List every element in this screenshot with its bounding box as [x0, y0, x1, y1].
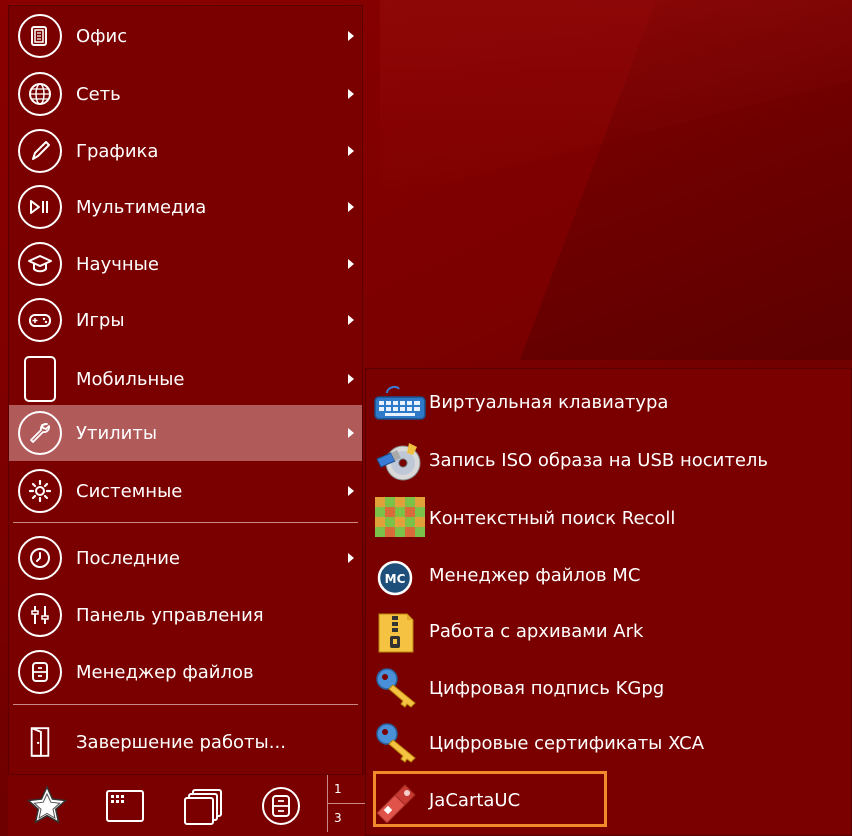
menu-item-system[interactable]: Системные: [9, 463, 362, 519]
globe-icon: [18, 72, 62, 116]
key-icon: [373, 665, 427, 711]
wrench-icon: [18, 411, 62, 455]
submenu-item-label: Виртуальная клавиатура: [429, 391, 669, 413]
submenu-arrow-icon: [348, 31, 354, 41]
shutdown-button[interactable]: Завершение работы...: [9, 714, 362, 770]
submenu-item-label: Цифровые сертификаты XCA: [429, 732, 705, 754]
submenu-item-recoll[interactable]: Контекстный поиск Recoll: [373, 492, 843, 544]
keyboard-icon: [373, 379, 427, 425]
archive-icon: [373, 608, 427, 654]
menu-item-label: Сеть: [76, 83, 121, 105]
submenu-item-label: Работа с архивами Ark: [429, 620, 644, 642]
menu-item-label: Завершение работы...: [76, 731, 286, 753]
office-icon: [18, 14, 62, 58]
recoll-icon: [373, 495, 427, 541]
taskbar: [8, 775, 333, 836]
highlight-box: [373, 771, 607, 827]
mc-icon: MC: [373, 552, 427, 598]
menu-item-label: Офис: [76, 25, 128, 47]
menu-item-label: Системные: [76, 480, 183, 502]
submenu-item-kgpg[interactable]: Цифровая подпись KGpg: [373, 662, 843, 714]
menu-item-mobile[interactable]: Мобильные: [9, 351, 362, 407]
submenu-item-ark[interactable]: Работа с архивами Ark: [373, 605, 843, 657]
menu-item-games[interactable]: Игры: [9, 292, 362, 348]
submenu-item-virtual-keyboard[interactable]: Виртуальная клавиатура: [373, 376, 843, 428]
menu-item-label: Графика: [76, 140, 159, 162]
submenu-item-label: Контекстный поиск Recoll: [429, 507, 676, 529]
menu-item-file-manager[interactable]: Менеджер файлов: [9, 644, 362, 700]
submenu-arrow-icon: [348, 146, 354, 156]
submenu-arrow-icon: [348, 315, 354, 325]
app-launcher-button[interactable]: [86, 777, 164, 835]
start-button[interactable]: [8, 777, 86, 835]
submenu-item-label: Запись ISO образа на USB носитель: [429, 449, 769, 471]
gear-icon: [18, 469, 62, 513]
file-manager-taskbar-button[interactable]: [242, 777, 320, 835]
key-icon: [373, 720, 427, 766]
submenu-arrow-icon: [348, 553, 354, 563]
menu-item-office[interactable]: Офис: [9, 8, 362, 64]
menu-item-label: Научные: [76, 253, 159, 275]
menu-separator: [13, 704, 358, 705]
submenu-arrow-icon: [348, 374, 354, 384]
show-windows-button[interactable]: [164, 777, 242, 835]
pager-desktop-3[interactable]: 3: [327, 804, 367, 832]
play-pause-icon: [18, 185, 62, 229]
sliders-icon: [18, 593, 62, 637]
menu-item-recent[interactable]: Последние: [9, 530, 362, 586]
menu-item-utilities[interactable]: Утилиты: [9, 405, 362, 461]
menu-item-graphics[interactable]: Графика: [9, 123, 362, 179]
submenu-item-label: Менеджер файлов MC: [429, 564, 641, 586]
menu-item-label: Панель управления: [76, 604, 264, 626]
door-icon: [24, 720, 56, 764]
menu-item-multimedia[interactable]: Мультимедиа: [9, 179, 362, 235]
submenu-item-xca[interactable]: Цифровые сертификаты XCA: [373, 717, 843, 769]
submenu-item-mc[interactable]: MC Менеджер файлов MC: [373, 549, 843, 601]
submenu-item-iso-to-usb[interactable]: Запись ISO образа на USB носитель: [373, 434, 843, 486]
submenu-arrow-icon: [348, 428, 354, 438]
menu-item-label: Менеджер файлов: [76, 661, 254, 683]
gamepad-icon: [18, 298, 62, 342]
window-grid-icon: [106, 789, 144, 822]
menu-item-label: Мобильные: [76, 368, 185, 390]
submenu-arrow-icon: [348, 259, 354, 269]
menu-item-label: Последние: [76, 547, 181, 569]
clock-icon: [18, 536, 62, 580]
drawer-icon: [262, 786, 300, 825]
start-menu: Офис Сеть Графика Мультимедиа Научные Иг: [8, 5, 363, 775]
menu-item-label: Утилиты: [76, 422, 158, 444]
submenu-arrow-icon: [348, 486, 354, 496]
submenu-arrow-icon: [348, 202, 354, 212]
tablet-icon: [24, 356, 56, 402]
menu-item-control-panel[interactable]: Панель управления: [9, 587, 362, 643]
menu-item-network[interactable]: Сеть: [9, 66, 362, 122]
drawer-icon: [18, 650, 62, 694]
menu-item-label: Игры: [76, 309, 125, 331]
star-icon: [26, 784, 68, 824]
submenu-arrow-icon: [348, 89, 354, 99]
pencil-icon: [18, 129, 62, 173]
desktop-pager: 1 3: [327, 775, 367, 836]
stacked-windows-icon: [184, 788, 222, 825]
menu-separator: [13, 522, 358, 523]
submenu-item-label: Цифровая подпись KGpg: [429, 677, 665, 699]
svg-text:MC: MC: [385, 572, 406, 586]
menu-item-science[interactable]: Научные: [9, 236, 362, 292]
graduation-cap-icon: [18, 242, 62, 286]
pager-desktop-1[interactable]: 1: [327, 775, 367, 804]
menu-item-label: Мультимедиа: [76, 196, 207, 218]
disc-usb-icon: [373, 437, 427, 483]
